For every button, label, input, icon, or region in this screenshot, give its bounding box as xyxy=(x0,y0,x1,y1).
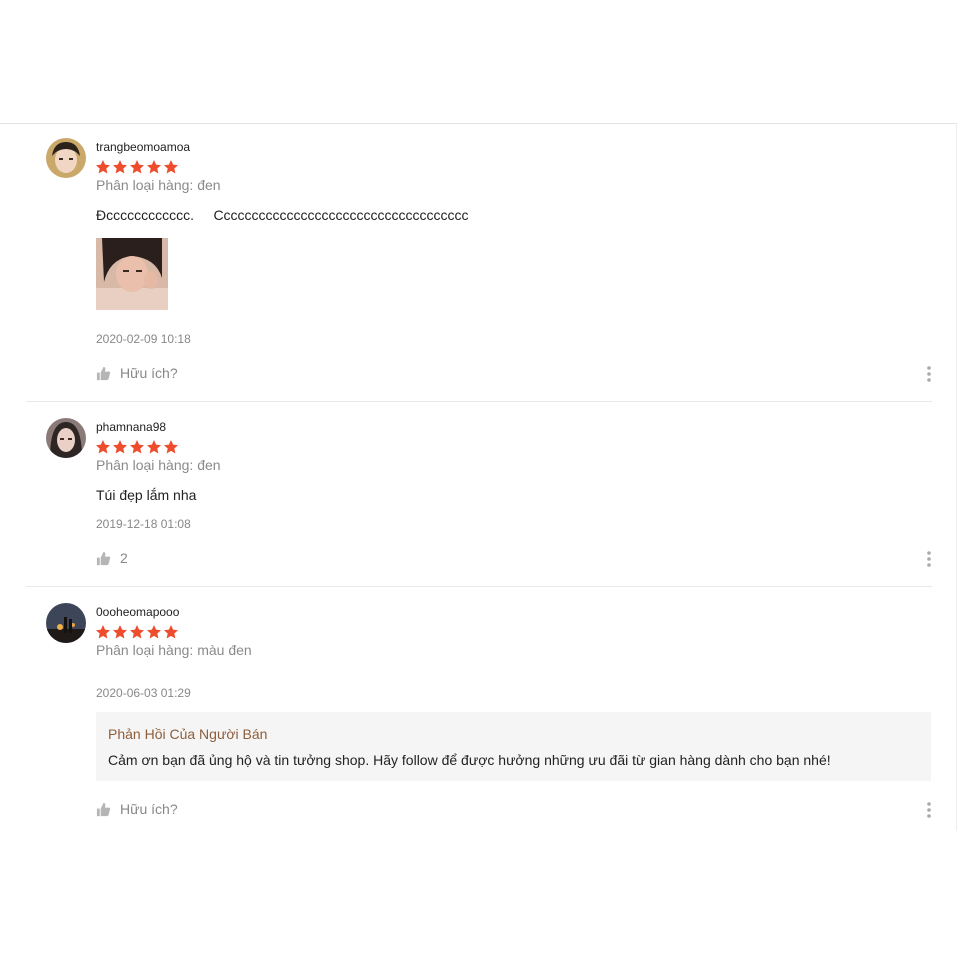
rating-stars xyxy=(95,624,179,640)
seller-reply-text: Cảm ơn bạn đã ủng hộ và tin tưởng shop. … xyxy=(108,752,831,768)
star-icon xyxy=(96,625,110,639)
helpful-label: Hữu ích? xyxy=(120,365,178,381)
review-photo[interactable] xyxy=(96,238,168,310)
helpful-label: Hữu ích? xyxy=(120,801,178,817)
avatar[interactable] xyxy=(46,138,86,178)
star-icon xyxy=(113,440,127,454)
thumbs-up-icon xyxy=(96,802,111,816)
review-timestamp: 2020-06-03 01:29 xyxy=(96,686,191,700)
review-timestamp: 2019-12-18 01:08 xyxy=(96,517,191,531)
like-button[interactable]: Hữu ích? xyxy=(96,801,178,817)
more-vertical-icon[interactable] xyxy=(925,365,933,383)
like-button[interactable]: Hữu ích? xyxy=(96,365,178,381)
star-icon xyxy=(130,625,144,639)
review-comment: Túi đẹp lắm nha xyxy=(96,487,197,503)
star-icon xyxy=(130,440,144,454)
thumbs-up-icon xyxy=(96,551,111,565)
variation-label: Phân loại hàng: đen xyxy=(96,177,221,193)
seller-reply: Phản Hồi Của Người Bán Cảm ơn bạn đã ủng… xyxy=(96,712,931,781)
thumbs-up-icon xyxy=(96,366,111,380)
username[interactable]: trangbeomoamoa xyxy=(96,140,190,154)
review-comment: Đcccccccccccc. Ccccccccccccccccccccccccc… xyxy=(96,207,469,223)
variation-label: Phân loại hàng: đen xyxy=(96,457,221,473)
review-timestamp: 2020-02-09 10:18 xyxy=(96,332,191,346)
star-icon xyxy=(147,625,161,639)
star-icon xyxy=(96,160,110,174)
avatar[interactable] xyxy=(46,418,86,458)
seller-reply-title: Phản Hồi Của Người Bán xyxy=(108,726,268,742)
star-icon xyxy=(147,440,161,454)
like-count: 2 xyxy=(120,550,128,566)
star-icon xyxy=(96,440,110,454)
more-vertical-icon[interactable] xyxy=(925,550,933,568)
star-icon xyxy=(113,625,127,639)
username[interactable]: 0ooheomapooo xyxy=(96,605,179,619)
star-icon xyxy=(147,160,161,174)
like-button[interactable]: 2 xyxy=(96,550,128,566)
star-icon xyxy=(113,160,127,174)
variation-label: Phân loại hàng: màu đen xyxy=(96,642,252,658)
star-icon xyxy=(164,625,178,639)
rating-stars xyxy=(95,159,179,175)
star-icon xyxy=(164,440,178,454)
more-vertical-icon[interactable] xyxy=(925,801,933,819)
review-divider xyxy=(26,401,932,402)
review-divider xyxy=(26,586,932,587)
username[interactable]: phamnana98 xyxy=(96,420,166,434)
rating-stars xyxy=(95,439,179,455)
avatar[interactable] xyxy=(46,603,86,643)
star-icon xyxy=(130,160,144,174)
star-icon xyxy=(164,160,178,174)
